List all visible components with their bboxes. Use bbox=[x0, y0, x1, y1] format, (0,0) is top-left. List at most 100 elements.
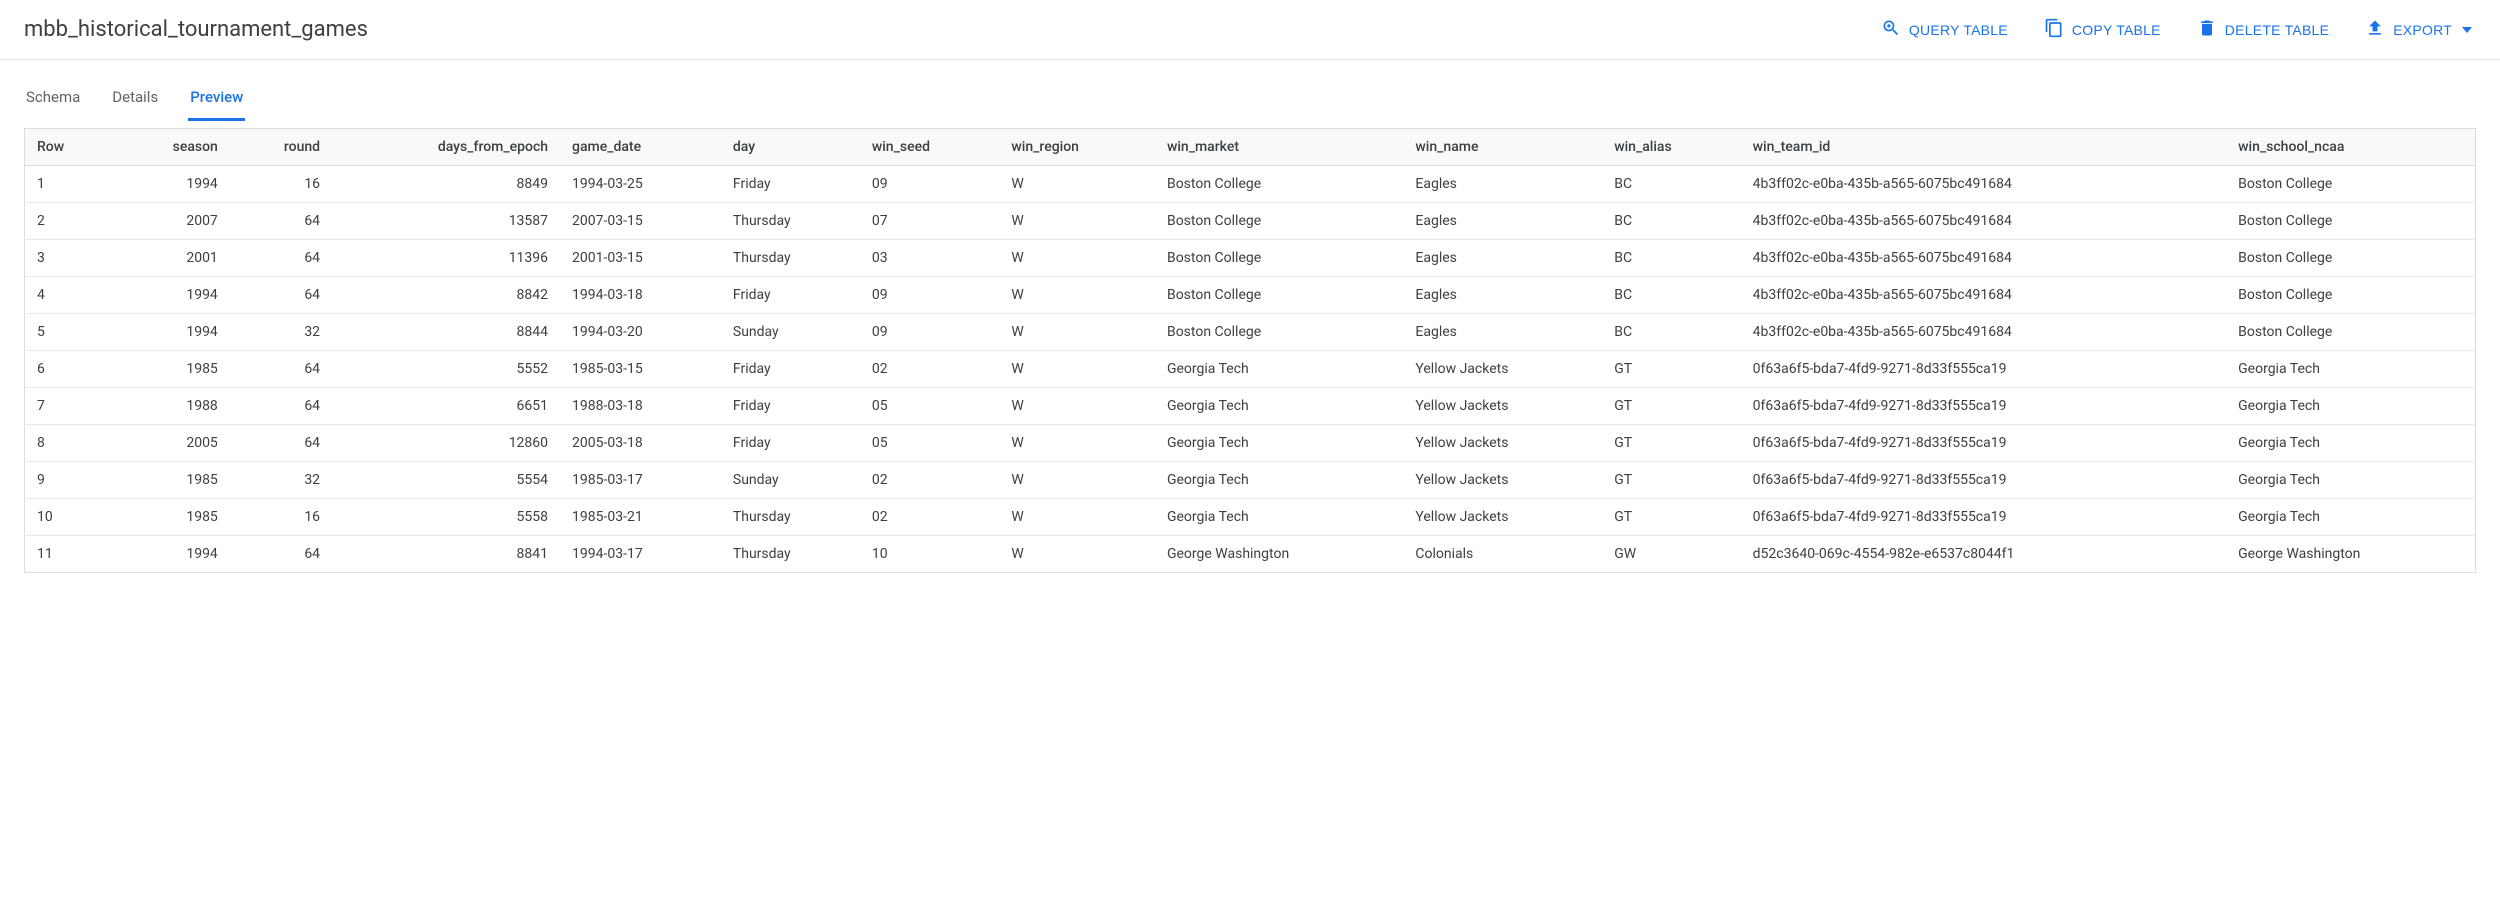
cell-win_region: W bbox=[999, 388, 1155, 425]
cell-row: 9 bbox=[25, 462, 113, 499]
cell-game_date: 2005-03-18 bbox=[560, 425, 721, 462]
cell-win_alias: BC bbox=[1602, 240, 1740, 277]
col-win-region: win_region bbox=[999, 129, 1155, 166]
cell-win_school_ncaa: Georgia Tech bbox=[2226, 388, 2475, 425]
table-row[interactable]: 3200164113962001-03-15Thursday03WBoston … bbox=[25, 240, 2476, 277]
cell-win_alias: GW bbox=[1602, 536, 1740, 573]
cell-win_name: Eagles bbox=[1403, 240, 1602, 277]
cell-win_name: Eagles bbox=[1403, 166, 1602, 203]
cell-win_seed: 09 bbox=[860, 277, 1000, 314]
col-season: season bbox=[112, 129, 230, 166]
cell-win_school_ncaa: Boston College bbox=[2226, 240, 2475, 277]
cell-win_market: Boston College bbox=[1155, 240, 1403, 277]
query-table-button[interactable]: QUERY TABLE bbox=[1877, 12, 2012, 47]
cell-row: 7 bbox=[25, 388, 113, 425]
cell-win_alias: GT bbox=[1602, 388, 1740, 425]
tab-schema[interactable]: Schema bbox=[24, 78, 82, 121]
cell-win_seed: 10 bbox=[860, 536, 1000, 573]
table-row[interactable]: 1019851655581985-03-21Thursday02WGeorgia… bbox=[25, 499, 2476, 536]
cell-season: 1985 bbox=[112, 351, 230, 388]
cell-season: 2001 bbox=[112, 240, 230, 277]
table-row[interactable]: 719886466511988-03-18Friday05WGeorgia Te… bbox=[25, 388, 2476, 425]
cell-round: 64 bbox=[230, 425, 332, 462]
col-win-school-ncaa: win_school_ncaa bbox=[2226, 129, 2475, 166]
delete-table-label: DELETE TABLE bbox=[2225, 22, 2329, 38]
cell-win_team_id: d52c3640-069c-4554-982e-e6537c8044f1 bbox=[1741, 536, 2227, 573]
table-row[interactable]: 619856455521985-03-15Friday02WGeorgia Te… bbox=[25, 351, 2476, 388]
cell-round: 64 bbox=[230, 388, 332, 425]
delete-table-button[interactable]: DELETE TABLE bbox=[2193, 12, 2333, 47]
cell-win_seed: 02 bbox=[860, 499, 1000, 536]
table-row[interactable]: 919853255541985-03-17Sunday02WGeorgia Te… bbox=[25, 462, 2476, 499]
cell-round: 32 bbox=[230, 462, 332, 499]
cell-win_region: W bbox=[999, 351, 1155, 388]
table-row[interactable]: 519943288441994-03-20Sunday09WBoston Col… bbox=[25, 314, 2476, 351]
cell-win_market: Georgia Tech bbox=[1155, 388, 1403, 425]
cell-win_market: Boston College bbox=[1155, 314, 1403, 351]
cell-win_team_id: 4b3ff02c-e0ba-435b-a565-6075bc491684 bbox=[1741, 240, 2227, 277]
cell-win_market: Boston College bbox=[1155, 277, 1403, 314]
table-header-row: Row season round days_from_epoch game_da… bbox=[25, 129, 2476, 166]
cell-days_from_epoch: 5558 bbox=[332, 499, 560, 536]
table-row[interactable]: 8200564128602005-03-18Friday05WGeorgia T… bbox=[25, 425, 2476, 462]
copy-table-button[interactable]: COPY TABLE bbox=[2040, 12, 2165, 47]
col-days-from-epoch: days_from_epoch bbox=[332, 129, 560, 166]
cell-win_alias: BC bbox=[1602, 277, 1740, 314]
cell-season: 1994 bbox=[112, 536, 230, 573]
cell-win_market: Georgia Tech bbox=[1155, 425, 1403, 462]
tab-preview[interactable]: Preview bbox=[188, 78, 245, 121]
cell-win_region: W bbox=[999, 277, 1155, 314]
cell-days_from_epoch: 8844 bbox=[332, 314, 560, 351]
cell-days_from_epoch: 5554 bbox=[332, 462, 560, 499]
cell-win_seed: 02 bbox=[860, 351, 1000, 388]
cell-win_region: W bbox=[999, 425, 1155, 462]
col-day: day bbox=[721, 129, 860, 166]
cell-day: Friday bbox=[721, 388, 860, 425]
tab-details[interactable]: Details bbox=[110, 78, 160, 121]
cell-round: 64 bbox=[230, 203, 332, 240]
table-row[interactable]: 419946488421994-03-18Friday09WBoston Col… bbox=[25, 277, 2476, 314]
cell-row: 4 bbox=[25, 277, 113, 314]
cell-row: 11 bbox=[25, 536, 113, 573]
copy-icon bbox=[2044, 18, 2064, 41]
cell-day: Friday bbox=[721, 277, 860, 314]
cell-season: 1988 bbox=[112, 388, 230, 425]
cell-day: Friday bbox=[721, 166, 860, 203]
cell-days_from_epoch: 8849 bbox=[332, 166, 560, 203]
cell-win_school_ncaa: Georgia Tech bbox=[2226, 462, 2475, 499]
cell-days_from_epoch: 13587 bbox=[332, 203, 560, 240]
cell-win_name: Yellow Jackets bbox=[1403, 351, 1602, 388]
cell-win_region: W bbox=[999, 314, 1155, 351]
cell-day: Thursday bbox=[721, 240, 860, 277]
cell-round: 16 bbox=[230, 166, 332, 203]
col-win-market: win_market bbox=[1155, 129, 1403, 166]
col-round: round bbox=[230, 129, 332, 166]
cell-game_date: 1988-03-18 bbox=[560, 388, 721, 425]
cell-round: 64 bbox=[230, 277, 332, 314]
cell-days_from_epoch: 6651 bbox=[332, 388, 560, 425]
cell-win_seed: 02 bbox=[860, 462, 1000, 499]
cell-win_market: Georgia Tech bbox=[1155, 499, 1403, 536]
cell-season: 2005 bbox=[112, 425, 230, 462]
cell-game_date: 1985-03-15 bbox=[560, 351, 721, 388]
header-actions: QUERY TABLE COPY TABLE DELETE TABLE EXPO… bbox=[1877, 12, 2476, 47]
cell-win_alias: GT bbox=[1602, 425, 1740, 462]
cell-win_region: W bbox=[999, 499, 1155, 536]
cell-game_date: 1994-03-18 bbox=[560, 277, 721, 314]
cell-win_market: Boston College bbox=[1155, 166, 1403, 203]
cell-day: Friday bbox=[721, 351, 860, 388]
tabs: Schema Details Preview bbox=[0, 78, 2500, 122]
cell-round: 32 bbox=[230, 314, 332, 351]
cell-win_name: Yellow Jackets bbox=[1403, 425, 1602, 462]
cell-row: 8 bbox=[25, 425, 113, 462]
cell-row: 6 bbox=[25, 351, 113, 388]
export-button[interactable]: EXPORT bbox=[2361, 12, 2476, 47]
cell-win_school_ncaa: George Washington bbox=[2226, 536, 2475, 573]
cell-days_from_epoch: 11396 bbox=[332, 240, 560, 277]
cell-win_region: W bbox=[999, 462, 1155, 499]
table-row[interactable]: 2200764135872007-03-15Thursday07WBoston … bbox=[25, 203, 2476, 240]
col-win-name: win_name bbox=[1403, 129, 1602, 166]
table-row[interactable]: 119941688491994-03-25Friday09WBoston Col… bbox=[25, 166, 2476, 203]
table-row[interactable]: 1119946488411994-03-17Thursday10WGeorge … bbox=[25, 536, 2476, 573]
col-win-seed: win_seed bbox=[860, 129, 1000, 166]
